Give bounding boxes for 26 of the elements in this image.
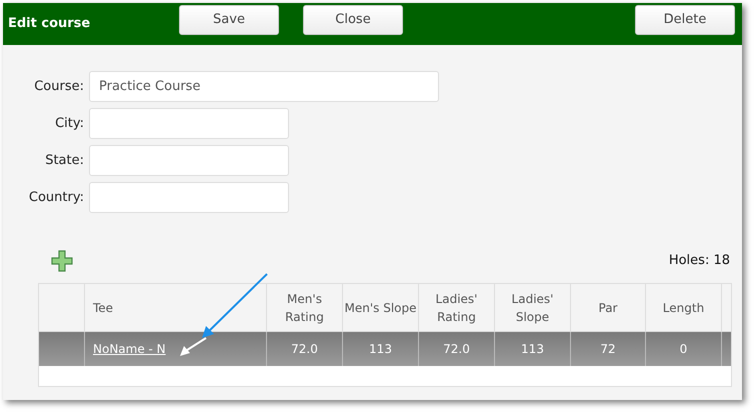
field-label: City: [54, 114, 85, 133]
table-cell: 72 [571, 332, 646, 366]
column-header: Ladies' Rating [419, 284, 495, 331]
text-field[interactable]: Practice Course [89, 71, 439, 102]
table-cell: 0 [646, 332, 722, 366]
field-label: Course: [33, 78, 85, 96]
table-cell: 113 [343, 332, 419, 366]
text-field[interactable] [89, 108, 289, 139]
header-button[interactable]: Save [179, 5, 279, 35]
header-button[interactable]: Close [303, 5, 403, 35]
column-header: Men's Rating [267, 284, 343, 331]
column-header: Length [646, 284, 722, 331]
table-cell: 113 [495, 332, 571, 366]
table-cell: 72.0 [419, 332, 495, 366]
text-field[interactable] [89, 182, 289, 213]
field-label: State: [44, 152, 85, 170]
column-header: Ladies' Slope [495, 284, 571, 331]
delete-button[interactable]: Delete [635, 5, 735, 35]
window-title: Edit course [8, 15, 90, 34]
table-cell: 72.0 [267, 332, 343, 366]
column-header: Men's Slope [343, 284, 419, 331]
holes-count: Holes: 18 [668, 252, 730, 270]
field-label: Country: [28, 188, 85, 207]
add-icon[interactable] [51, 250, 73, 272]
column-header: Par [571, 284, 646, 331]
text-field[interactable] [89, 145, 289, 176]
